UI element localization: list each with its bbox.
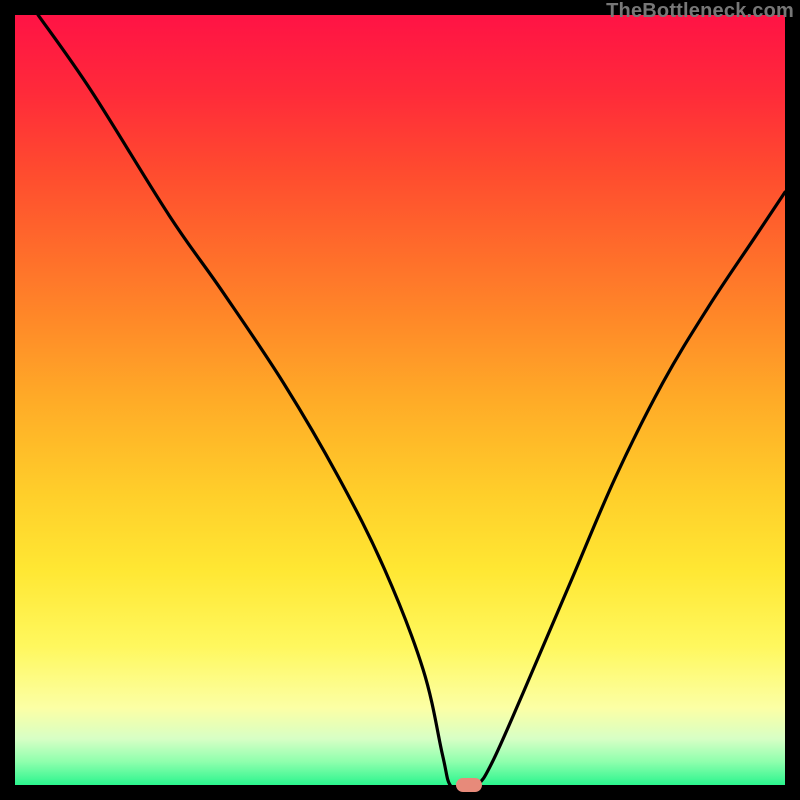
bottleneck-curve [38,15,785,785]
chart-container: TheBottleneck.com [0,0,800,800]
watermark-text: TheBottleneck.com [606,0,794,23]
plot-area [15,15,785,785]
curve-layer [15,15,785,785]
optimum-marker [456,778,482,792]
